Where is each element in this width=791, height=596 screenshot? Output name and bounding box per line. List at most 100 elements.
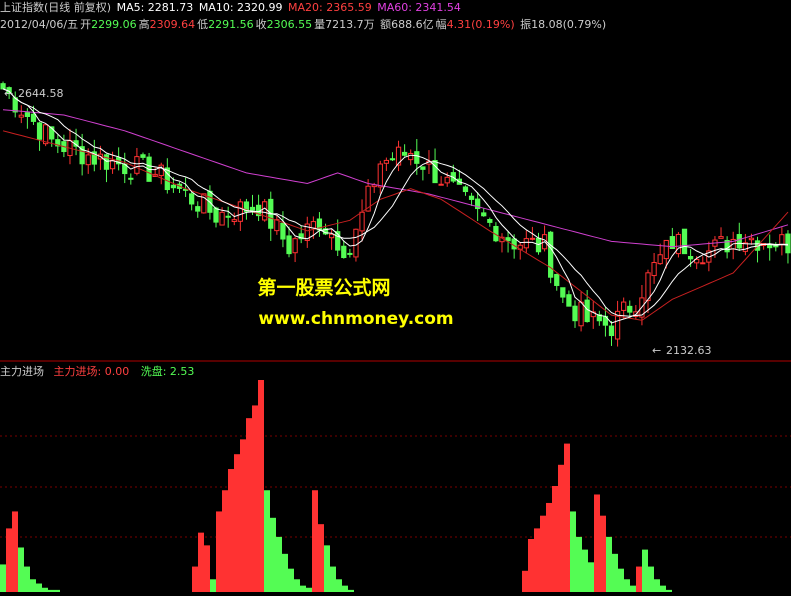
main-force-bar — [558, 464, 564, 592]
wash-bar — [624, 579, 630, 592]
candle-body — [262, 201, 268, 221]
main-force-bar — [12, 511, 18, 592]
wash-bar — [24, 566, 30, 592]
watermark-line-2: www.chnmoney.com — [258, 309, 454, 329]
wash-bar — [300, 585, 306, 592]
candle-body — [359, 211, 365, 232]
candle-body — [785, 233, 791, 254]
candle-body — [341, 245, 347, 259]
candle-body — [657, 254, 663, 265]
wash-bar — [264, 490, 270, 592]
candle-body — [237, 201, 243, 222]
wash-bar — [612, 553, 618, 592]
main-force-bar — [522, 570, 528, 592]
candle-body — [170, 184, 177, 189]
candle-body — [718, 236, 724, 239]
candle-body — [195, 206, 201, 212]
candle-body — [481, 212, 487, 217]
candle-body — [36, 122, 43, 140]
wash-bar — [0, 564, 6, 592]
main-force-bar — [312, 490, 318, 592]
candle-body — [505, 237, 511, 242]
candle-body — [651, 262, 657, 277]
candle-body — [134, 156, 140, 174]
candle-body — [462, 186, 469, 193]
candle-body — [85, 154, 91, 166]
wash-bar — [666, 589, 672, 592]
wash-bar — [330, 566, 336, 592]
main-force-bar — [204, 545, 210, 592]
candle-body — [280, 222, 286, 240]
wash-bar — [630, 585, 636, 592]
wash-bar — [48, 589, 54, 592]
candle-body — [292, 238, 298, 254]
candle-body — [432, 160, 438, 184]
candle-body — [219, 211, 225, 226]
wash-bar — [306, 587, 312, 592]
wash-bar — [618, 568, 624, 592]
candle-body — [779, 234, 785, 246]
candle-body — [523, 238, 529, 249]
candle-body — [377, 163, 383, 188]
wash-bar — [648, 566, 654, 592]
main-force-bar — [528, 539, 534, 592]
candle-body — [231, 219, 237, 222]
wash-bar — [324, 545, 330, 592]
main-force-bar — [534, 528, 540, 592]
wash-bar — [606, 536, 612, 592]
main-force-bar — [234, 454, 240, 592]
main-force-bar — [540, 515, 546, 592]
candle-body — [30, 113, 37, 122]
candle-body — [736, 234, 742, 249]
wash-bar — [348, 589, 354, 592]
candlestick-chart[interactable]: ← 2644.58 ← 2132.63 — [0, 0, 791, 362]
main-force-bar — [258, 380, 264, 592]
candle-body — [401, 151, 408, 156]
main-force-bar — [222, 490, 228, 592]
main-force-bar — [552, 486, 558, 592]
candle-body — [347, 252, 353, 255]
candle-body — [24, 112, 31, 117]
wash-bar — [588, 562, 594, 592]
candle-body — [700, 262, 706, 265]
candle-body — [128, 177, 134, 180]
wash-bar — [642, 549, 648, 592]
candle-body — [487, 219, 493, 223]
main-force-bar — [252, 405, 258, 592]
main-force-bar — [546, 502, 552, 592]
main-force-bar — [192, 566, 198, 592]
indicator-chart[interactable] — [0, 362, 791, 596]
wash-bar — [36, 583, 42, 592]
candle-body — [189, 193, 195, 205]
wash-bar — [342, 585, 348, 592]
candle-body — [18, 114, 24, 118]
candle-body — [663, 239, 669, 260]
candle-body — [408, 152, 414, 161]
candle-body — [225, 215, 231, 218]
wash-bar — [288, 568, 294, 592]
wash-bar — [270, 517, 276, 592]
candle-body — [140, 154, 146, 158]
candle-body — [213, 207, 219, 223]
candle-body — [353, 228, 359, 258]
watermark-line-1: 第一股票公式网 — [257, 277, 391, 299]
wash-bar — [336, 579, 342, 592]
candle-body — [444, 176, 450, 184]
main-force-bar — [564, 443, 570, 592]
candle-body — [12, 97, 18, 113]
high-marker-label: 2644.58 — [18, 87, 64, 100]
main-force-bar — [600, 515, 606, 592]
wash-bar — [18, 547, 24, 592]
candle-body — [383, 159, 390, 164]
main-force-bar — [6, 528, 12, 592]
candle-body — [468, 195, 475, 200]
main-force-bar — [636, 566, 642, 592]
candle-body — [529, 237, 536, 240]
candle-body — [286, 235, 292, 255]
wash-bar — [660, 585, 666, 592]
candle-body — [420, 166, 426, 170]
wash-bar — [54, 589, 60, 592]
high-marker-arrow: ← — [4, 87, 13, 100]
candle-body — [748, 237, 755, 241]
candle-body — [414, 151, 420, 164]
